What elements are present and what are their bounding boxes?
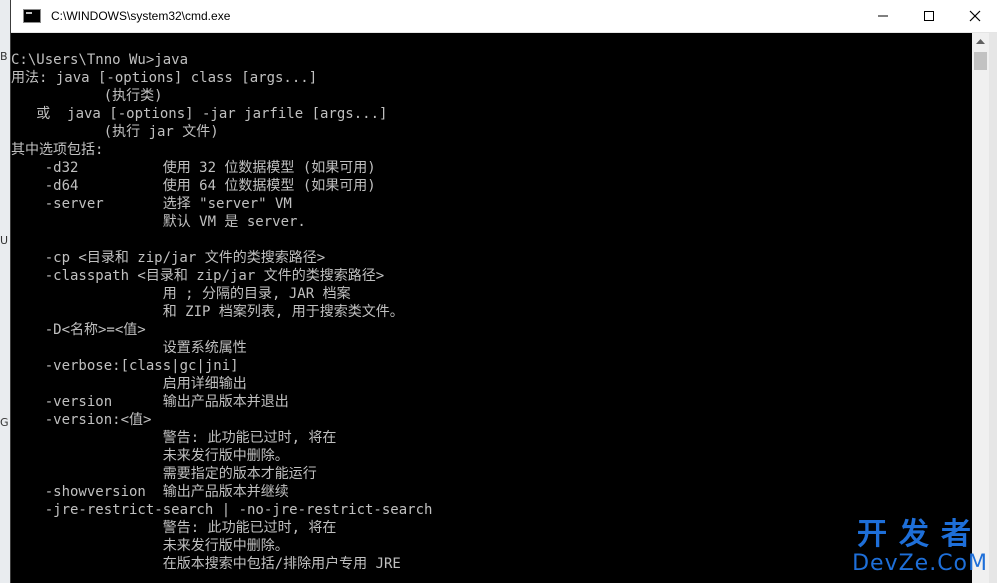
scroll-up-arrow-icon (976, 38, 985, 44)
maximize-icon (924, 11, 934, 21)
console-line: 需要指定的版本才能运行 (11, 466, 317, 482)
close-icon (969, 10, 981, 22)
window-controls (860, 0, 997, 32)
console-line: C:\Users\Tnno Wu>java (11, 52, 189, 68)
watermark-logo: 开发者 DevZe.CoM (852, 519, 988, 577)
console-line: 用 ; 分隔的目录, JAR 档案 (11, 286, 351, 302)
console-line: 默认 VM 是 server. (11, 214, 306, 230)
console-line: 设置系统属性 (11, 340, 247, 356)
console-line: 警告: 此功能已过时, 将在 (11, 520, 337, 536)
console-line: (执行类) (11, 88, 163, 104)
console-line: -version 输出产品版本并退出 (11, 394, 289, 410)
background-window-edge-right (989, 33, 997, 583)
window-title: C:\WINDOWS\system32\cmd.exe (51, 9, 231, 23)
console-line: 未来发行版中删除。 (11, 538, 289, 554)
background-fragment: G (0, 416, 9, 429)
minimize-button[interactable] (860, 0, 906, 32)
cmd-window: C:\WINDOWS\system32\cmd.exe C:\Users\Tnn… (10, 0, 997, 583)
console-line: -showversion 输出产品版本并继续 (11, 484, 289, 500)
console-line: 未来发行版中删除。 (11, 448, 289, 464)
console-line: 警告: 此功能已过时, 将在 (11, 430, 337, 446)
console-line: -cp <目录和 zip/jar 文件的类搜索路径> (11, 250, 326, 266)
console-line: (执行 jar 文件) (11, 124, 219, 140)
console-line: -d64 使用 64 位数据模型 (如果可用) (11, 178, 376, 194)
background-fragment: U (0, 234, 9, 247)
console-line: 其中选项包括: (11, 142, 104, 158)
scroll-thumb[interactable] (974, 52, 987, 70)
vertical-scrollbar[interactable] (972, 33, 989, 583)
console-line: 用法: java [-options] class [args...] (11, 70, 318, 86)
console-line: -version:<值> (11, 412, 152, 428)
close-button[interactable] (952, 0, 997, 32)
console-line: 和 ZIP 档案列表, 用于搜索类文件。 (11, 304, 404, 320)
console-line: -d32 使用 32 位数据模型 (如果可用) (11, 160, 376, 176)
console-line: -D<名称>=<值> (11, 322, 146, 338)
console-line: -server 选择 "server" VM (11, 196, 292, 212)
console-line: -verbose:[class|gc|jni] (11, 358, 239, 374)
scroll-up-button[interactable] (972, 33, 989, 50)
maximize-button[interactable] (906, 0, 952, 32)
console-line: -classpath <目录和 zip/jar 文件的类搜索路径> (11, 268, 385, 284)
cmd-app-icon (23, 9, 41, 23)
console-line: 或 java [-options] -jar jarfile [args...] (11, 106, 388, 122)
console-output[interactable]: C:\Users\Tnno Wu>java 用法: java [-options… (11, 33, 972, 583)
console-line: -jre-restrict-search | -no-jre-restrict-… (11, 502, 433, 518)
console-line: 启用详细输出 (11, 376, 247, 392)
console-line: 在版本搜索中包括/排除用户专用 JRE (11, 556, 401, 572)
minimize-icon (878, 15, 888, 17)
title-bar[interactable]: C:\WINDOWS\system32\cmd.exe (11, 0, 997, 33)
watermark-cn: 开发者 (857, 517, 984, 552)
watermark-en: DevZe.CoM (852, 551, 988, 576)
background-fragment: B (0, 50, 8, 63)
